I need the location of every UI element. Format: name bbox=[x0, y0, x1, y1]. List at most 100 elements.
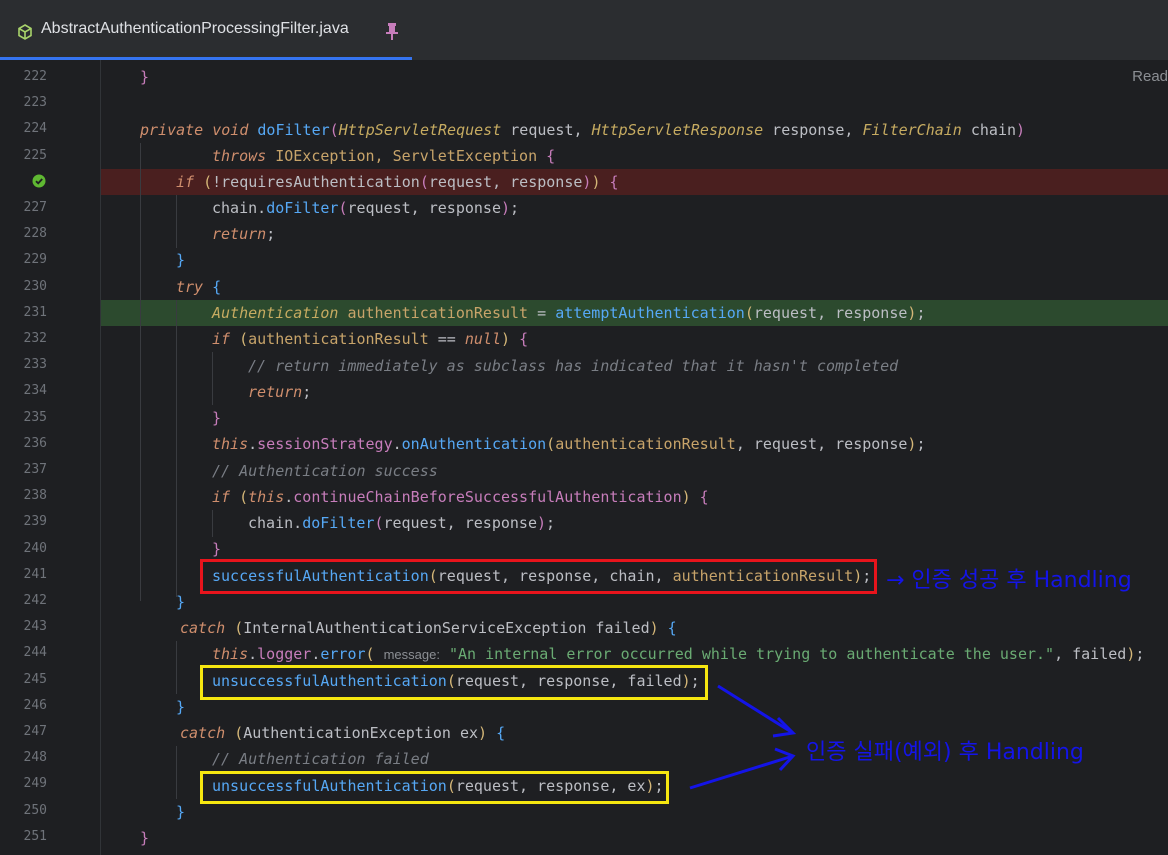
param-type[interactable]: HttpServletResponse bbox=[592, 121, 764, 139]
line-number[interactable]: 243 bbox=[0, 614, 47, 640]
line-number[interactable]: 235 bbox=[0, 405, 47, 431]
code-line-247: catch (AuthenticationException ex) { bbox=[180, 724, 506, 742]
line-number[interactable]: 227 bbox=[0, 195, 47, 221]
return-keyword: return bbox=[248, 383, 303, 401]
line-number[interactable]: 250 bbox=[0, 798, 47, 824]
annotation-arrows bbox=[689, 684, 797, 790]
code-line-237: // Authentication success bbox=[212, 458, 438, 484]
code-line-239: chain.doFilter(request, response); bbox=[248, 514, 556, 532]
line-number[interactable]: 248 bbox=[0, 745, 47, 771]
line-number[interactable]: 224 bbox=[0, 116, 47, 142]
method-call[interactable]: doFilter bbox=[266, 199, 338, 217]
catch-keyword: catch bbox=[180, 724, 235, 742]
code-line-238: if (this.continueChainBeforeSuccessfulAu… bbox=[212, 488, 709, 506]
line-number[interactable]: 241 bbox=[0, 562, 47, 588]
param: request, bbox=[501, 121, 592, 139]
code-line-248: // Authentication failed bbox=[212, 746, 429, 772]
param-type[interactable]: FilterChain bbox=[863, 121, 962, 139]
return-keyword: return bbox=[212, 225, 267, 243]
line-number[interactable]: 242 bbox=[0, 588, 47, 614]
method-call[interactable]: attemptAuthentication bbox=[555, 304, 745, 322]
local-variable[interactable]: authenticationResult bbox=[555, 435, 736, 453]
if-keyword: if bbox=[212, 330, 240, 348]
line-number[interactable]: 240 bbox=[0, 536, 47, 562]
line-number[interactable]: 233 bbox=[0, 352, 47, 378]
args: , request, response bbox=[735, 435, 908, 453]
reader-mode-label[interactable]: Read bbox=[1132, 68, 1168, 85]
indent-guide bbox=[176, 746, 177, 799]
string-literal: "An internal error occurred while trying… bbox=[449, 645, 1055, 663]
success-highlight-box bbox=[200, 559, 877, 594]
code-line-230: try { bbox=[176, 278, 222, 296]
try-keyword: try bbox=[176, 278, 213, 296]
args: request, response bbox=[428, 173, 583, 191]
indent-guide bbox=[212, 510, 213, 537]
file-tab[interactable]: AbstractAuthenticationProcessingFilter.j… bbox=[0, 0, 412, 60]
indent-guide bbox=[176, 195, 177, 248]
modifiers: private void bbox=[140, 121, 258, 139]
line-number[interactable]: 246 bbox=[0, 693, 47, 719]
comment: // Authentication failed bbox=[212, 750, 429, 768]
comment: // Authentication success bbox=[212, 462, 438, 480]
code-line-229: } bbox=[176, 251, 186, 269]
type-name[interactable]: Authentication bbox=[212, 304, 347, 322]
args: request, response bbox=[383, 514, 537, 532]
code-line-225: throws IOException, ServletException { bbox=[212, 147, 556, 165]
local-variable[interactable]: authenticationResult bbox=[248, 330, 429, 348]
method-name[interactable]: doFilter bbox=[257, 121, 329, 139]
method-call[interactable]: onAuthentication bbox=[402, 435, 547, 453]
args: request, response bbox=[347, 199, 501, 217]
line-number[interactable]: 237 bbox=[0, 457, 47, 483]
local-variable[interactable]: authenticationResult bbox=[347, 304, 528, 322]
this-keyword: this bbox=[212, 435, 249, 453]
line-number[interactable]: 236 bbox=[0, 431, 47, 457]
object-ref: chain. bbox=[248, 514, 303, 532]
line-number[interactable]: 223 bbox=[0, 90, 47, 116]
code-line-232: if (authenticationResult == null) { bbox=[212, 330, 529, 348]
code-line-227: chain.doFilter(request, response); bbox=[212, 199, 520, 217]
code-line-242: } bbox=[176, 593, 186, 611]
line-number[interactable]: 228 bbox=[0, 221, 47, 247]
indent-guide bbox=[212, 352, 213, 405]
line-number[interactable]: 244 bbox=[0, 640, 47, 666]
line-number[interactable]: 222 bbox=[0, 64, 47, 90]
method-call[interactable]: error bbox=[320, 645, 365, 663]
catch-keyword: catch bbox=[180, 619, 235, 637]
line-number[interactable]: 239 bbox=[0, 509, 47, 535]
param: failed bbox=[586, 619, 650, 637]
this-keyword: this bbox=[212, 645, 249, 663]
line-number[interactable]: 230 bbox=[0, 274, 47, 300]
line-number[interactable]: 234 bbox=[0, 378, 47, 404]
line-number[interactable]: 229 bbox=[0, 247, 47, 273]
code-line-250: } bbox=[176, 803, 186, 821]
args: request, response bbox=[753, 304, 908, 322]
code-line-234: return; bbox=[248, 383, 312, 401]
line-number[interactable]: 238 bbox=[0, 483, 47, 509]
pin-icon[interactable] bbox=[385, 22, 399, 40]
line-number[interactable]: 249 bbox=[0, 771, 47, 797]
field-ref[interactable]: sessionStrategy bbox=[257, 435, 392, 453]
success-annotation: → 인증 성공 후 Handling bbox=[886, 568, 1132, 593]
field-ref[interactable]: logger bbox=[257, 645, 311, 663]
breakpoint-check-icon[interactable] bbox=[32, 174, 46, 188]
line-number[interactable]: 225 bbox=[0, 143, 47, 169]
exception-type[interactable]: InternalAuthenticationServiceException bbox=[243, 619, 586, 637]
line-number[interactable]: 247 bbox=[0, 719, 47, 745]
line-number[interactable]: 231 bbox=[0, 300, 47, 326]
method-call[interactable]: doFilter bbox=[302, 514, 374, 532]
field-ref[interactable]: continueChainBeforeSuccessfulAuthenticat… bbox=[293, 488, 681, 506]
code-line-251: } bbox=[140, 829, 150, 847]
indent-guide bbox=[176, 641, 177, 694]
args: , failed bbox=[1054, 645, 1127, 663]
param-type[interactable]: HttpServletRequest bbox=[339, 121, 502, 139]
code-line-243: catch (InternalAuthenticationServiceExce… bbox=[180, 619, 677, 637]
line-number[interactable]: 251 bbox=[0, 824, 47, 850]
line-number[interactable]: 232 bbox=[0, 326, 47, 352]
method-call[interactable]: requiresAuthentication bbox=[221, 173, 420, 191]
exception-type[interactable]: AuthenticationException bbox=[243, 724, 451, 742]
code-line-228: return; bbox=[212, 225, 276, 243]
failure-highlight-box bbox=[200, 771, 669, 804]
tab-title: AbstractAuthenticationProcessingFilter.j… bbox=[41, 20, 349, 37]
exception-list[interactable]: IOException, ServletException bbox=[275, 147, 546, 165]
line-number[interactable]: 245 bbox=[0, 667, 47, 693]
